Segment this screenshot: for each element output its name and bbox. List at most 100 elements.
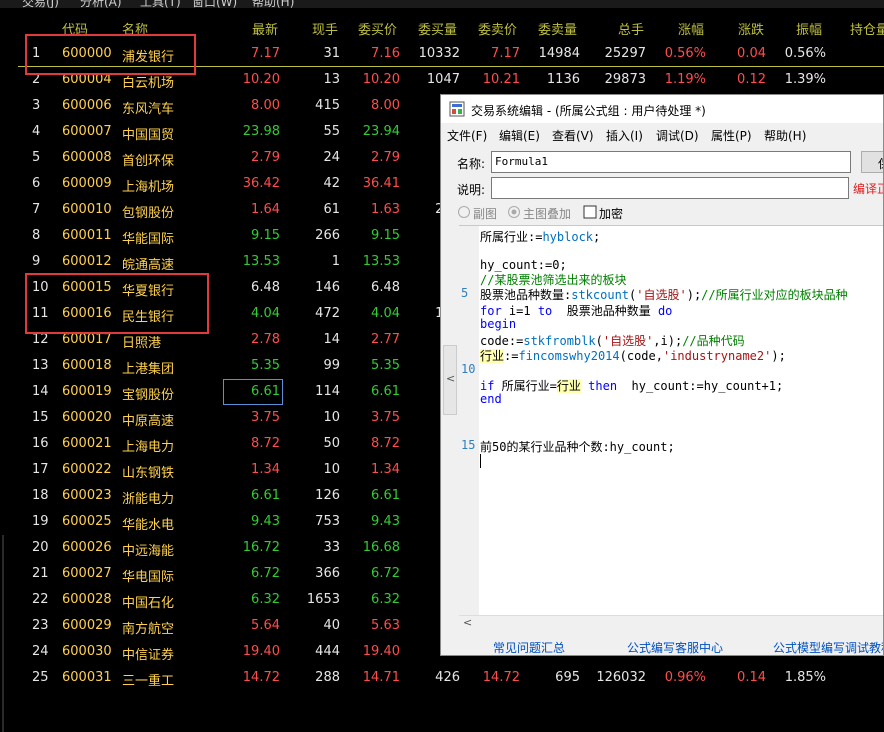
desc-input[interactable]	[491, 177, 849, 199]
cell-code: 600008	[62, 150, 112, 165]
left-scroll-track[interactable]	[2, 535, 4, 732]
col-last[interactable]: 最新	[252, 19, 278, 38]
cell-name: 上海机场	[122, 180, 175, 195]
cell-hand: 24	[323, 150, 340, 165]
link-support[interactable]: 公式编写客服中心	[627, 639, 723, 655]
cell-name: 三一重工	[122, 674, 175, 689]
col-bid[interactable]: 委买价	[358, 19, 397, 38]
link-faq[interactable]: 常见问题汇总	[493, 639, 565, 655]
cell-code: 600007	[62, 124, 112, 139]
scroll-left-icon[interactable]: <	[463, 616, 472, 629]
chevron-left-icon: <	[446, 372, 456, 385]
cell-code: 600021	[62, 436, 112, 451]
menu-trade[interactable]: 交易(J)	[22, 0, 59, 8]
cell-hand: 40	[323, 618, 340, 633]
radio-mainchart-label: 主图叠加	[523, 207, 572, 221]
dialog-titlebar[interactable]: 交易系统编辑 - (所属公式组 : 用户待处理 *)	[441, 95, 883, 123]
col-amp[interactable]: 振幅	[796, 19, 822, 38]
menu-debug[interactable]: 调试(D)	[656, 127, 699, 144]
text-cursor	[480, 454, 481, 468]
cell-idx: 3	[32, 98, 41, 113]
radio-subchart-icon[interactable]	[457, 205, 471, 219]
compile-hint[interactable]: 编译正	[853, 180, 883, 197]
col-hand[interactable]: 现手	[312, 19, 338, 38]
menu-view[interactable]: 查看(V)	[552, 127, 594, 144]
line-gutter: 5 10 15	[459, 226, 479, 618]
menu-insert[interactable]: 插入(I)	[606, 127, 643, 144]
cell-last: 14.72	[242, 670, 280, 685]
cell-last: 7.17	[251, 46, 280, 61]
cell-name: 山东钢铁	[122, 466, 175, 481]
horizontal-scrollbar[interactable]: <	[459, 615, 883, 632]
link-tutorial[interactable]: 公式模型编写调试教程	[773, 639, 883, 655]
cell-idx: 12	[32, 332, 49, 347]
name-input[interactable]: Formula1	[491, 151, 851, 173]
cell-bid: 2.77	[371, 332, 400, 347]
cell-last: 3.75	[251, 410, 280, 425]
save-button-label: 保	[878, 155, 883, 172]
cell-bid: 14.71	[362, 670, 400, 685]
collapse-handle[interactable]: <	[443, 345, 457, 415]
cell-last: 2.78	[251, 332, 280, 347]
col-chg[interactable]: 涨跌	[738, 19, 764, 38]
cell-name: 华电国际	[122, 570, 175, 585]
cell-chg: 0.04	[737, 46, 766, 61]
cell-code: 600006	[62, 98, 112, 113]
cell-hand: 753	[315, 514, 340, 529]
cell-bid: 1.63	[371, 202, 400, 217]
col-ask[interactable]: 委卖价	[478, 19, 517, 38]
cell-bid: 23.94	[362, 124, 400, 139]
cell-amp: 1.85%	[784, 670, 826, 685]
cell-pct: 1.19%	[664, 72, 706, 87]
table-row[interactable]: 25 600031 三一重工 14.72 288 14.71 426 14.72 695 1260…	[0, 665, 884, 691]
line-number: 15	[461, 438, 476, 452]
cell-askv: 1136	[546, 72, 580, 87]
cell-ask: 10.21	[482, 72, 520, 87]
cell-idx: 18	[32, 488, 49, 503]
focused-cell[interactable]	[223, 379, 283, 405]
menu-edit[interactable]: 编辑(E)	[499, 127, 540, 144]
cell-last: 16.72	[242, 540, 280, 555]
cell-last: 1.34	[251, 462, 280, 477]
menu-help[interactable]: 帮助(H)	[252, 0, 294, 8]
app-icon	[449, 101, 465, 117]
cell-bidv: 1047	[426, 72, 460, 87]
menu-help2[interactable]: 帮助(H)	[764, 127, 806, 144]
cell-code: 600010	[62, 202, 112, 217]
menu-analysis[interactable]: 分析(A)	[80, 0, 122, 8]
encrypt-checkbox-icon[interactable]	[583, 205, 597, 219]
cell-hand: 99	[323, 358, 340, 373]
cell-bid: 9.15	[371, 228, 400, 243]
cell-hand: 13	[323, 72, 340, 87]
cell-bid: 9.43	[371, 514, 400, 529]
cell-hand: 1653	[306, 592, 340, 607]
cell-name: 中原高速	[122, 414, 175, 429]
cell-hand: 1	[331, 254, 340, 269]
col-askv[interactable]: 委卖量	[538, 19, 577, 38]
cell-code: 600009	[62, 176, 112, 191]
code-editor[interactable]: 5 10 15 所属行业:=hyblock; hy_count:=0; //某股…	[459, 225, 883, 618]
cell-hand: 31	[323, 46, 340, 61]
cell-idx: 20	[32, 540, 49, 555]
cell-code: 600022	[62, 462, 112, 477]
cell-code: 600026	[62, 540, 112, 555]
radio-mainchart-icon[interactable]	[507, 205, 521, 219]
cell-name: 浙能电力	[122, 492, 175, 507]
menu-props[interactable]: 属性(P)	[711, 127, 752, 144]
cell-hand: 55	[323, 124, 340, 139]
cell-hand: 288	[315, 670, 340, 685]
col-oi[interactable]: 持仓量	[850, 19, 884, 38]
menu-window[interactable]: 窗口(W)	[192, 0, 237, 8]
cell-hand: 366	[315, 566, 340, 581]
cell-name: 皖通高速	[122, 258, 175, 273]
menu-tools[interactable]: 工具(T)	[140, 0, 181, 8]
col-pct[interactable]: 涨幅	[678, 19, 704, 38]
menu-file[interactable]: 文件(F)	[447, 127, 487, 144]
cell-vol: 29873	[604, 72, 646, 87]
cell-askv: 14984	[538, 46, 580, 61]
save-button[interactable]: 保	[861, 151, 883, 173]
code-line: 股票池品种数量:stkcount('自选股');//所属行业对应的板块品种	[480, 288, 848, 302]
col-vol[interactable]: 总手	[618, 19, 644, 38]
col-bidv[interactable]: 委买量	[418, 19, 457, 38]
cell-code: 600019	[62, 384, 112, 399]
